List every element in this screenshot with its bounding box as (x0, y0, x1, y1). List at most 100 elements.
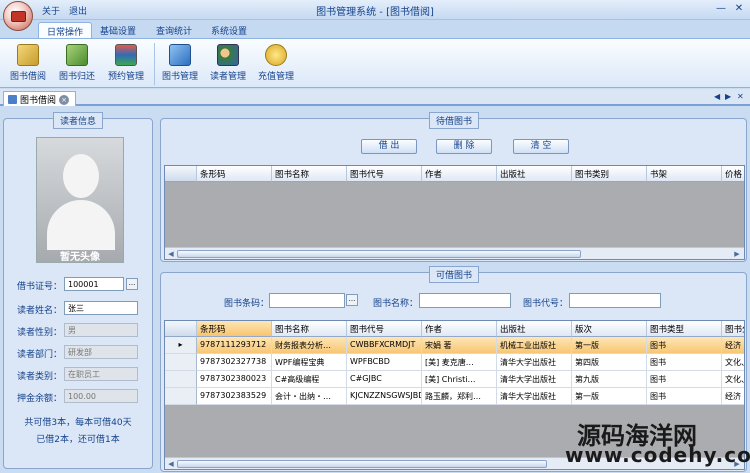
table-cell[interactable]: CWBBFXCRMDJT (347, 337, 422, 354)
col-header[interactable]: 图书分 (722, 321, 744, 337)
reader-management-button[interactable]: 读者管理 (206, 42, 250, 88)
window-title: 图书管理系统 - [图书借阅] (316, 7, 434, 18)
minimize-button[interactable]: — (714, 2, 728, 16)
pending-books-grid[interactable]: 条形码 图书名称 图书代号 作者 出版社 图书类别 书架 价格 ◀ ▶ (164, 165, 745, 260)
col-header[interactable]: 版次 (572, 321, 647, 337)
table-cell[interactable]: 9787302383529 (197, 388, 272, 405)
table-cell[interactable]: 9787302327738 (197, 354, 272, 371)
coins-icon (265, 44, 287, 66)
col-header[interactable]: 出版社 (497, 321, 572, 337)
col-header[interactable]: 出版社 (497, 166, 572, 182)
return-book-label: 图书归还 (58, 72, 95, 82)
table-cell[interactable]: WPF编程宝典 (272, 354, 347, 371)
table-row[interactable]: ▸ 9787111293712 财务报表分析… CWBBFXCRMDJT 宋娟 著机械工… (165, 337, 744, 354)
col-header[interactable]: 价格 (722, 166, 744, 182)
row-header[interactable] (165, 388, 197, 405)
borrow-out-button[interactable]: 借 出 (361, 139, 417, 154)
quick-about-button[interactable]: 关于 (42, 4, 60, 17)
tab-query-stats[interactable]: 查询统计 (148, 22, 200, 38)
table-cell[interactable]: 第一版 (572, 388, 647, 405)
table-cell[interactable]: 9787302380023 (197, 371, 272, 388)
app-menu-orb-icon[interactable] (3, 1, 33, 31)
code-search-label: 图书代号： (522, 299, 568, 309)
book-stack-icon (115, 44, 137, 66)
barcode-lookup-button[interactable]: ... (346, 294, 358, 306)
col-header[interactable]: 图书名称 (272, 321, 347, 337)
table-cell[interactable]: 第一版 (572, 337, 647, 354)
scroll-right-icon[interactable]: ▶ (732, 249, 742, 259)
card-no-input[interactable]: 100001 (64, 277, 124, 291)
table-cell[interactable]: 经济 (722, 388, 744, 405)
scroll-left-icon[interactable]: ◀ (166, 249, 176, 259)
scroll-left-icon[interactable]: ◀ (166, 459, 176, 469)
table-row[interactable]: 9787302327738 WPF编程宝典 WPFBCBD [美] 麦克唐… 清华大学出… (165, 354, 744, 371)
tab-basic-settings[interactable]: 基础设置 (92, 22, 144, 38)
col-header[interactable]: 图书类别 (572, 166, 647, 182)
card-lookup-button[interactable]: ... (126, 278, 138, 290)
col-header[interactable]: 条形码 (197, 166, 272, 182)
table-cell[interactable]: 路玉麟，郑利… (422, 388, 497, 405)
table-cell[interactable]: 机械工业出版社 (497, 337, 572, 354)
table-cell[interactable]: KJCNZZNSGWSJBD (347, 388, 422, 405)
tab-borrow-document[interactable]: 图书借阅 × (3, 91, 77, 106)
col-header[interactable]: 图书代号 (347, 166, 422, 182)
row-header[interactable] (165, 371, 197, 388)
reader-name-label: 读者姓名： (16, 306, 62, 316)
table-cell[interactable]: 图书 (647, 388, 722, 405)
borrow-book-button[interactable]: 图书借阅 (6, 42, 50, 88)
table-cell[interactable]: 清华大学出版社 (497, 354, 572, 371)
barcode-search-input[interactable] (269, 293, 345, 308)
col-header[interactable]: 作者 (422, 166, 497, 182)
table-cell[interactable]: 第九版 (572, 371, 647, 388)
quick-exit-button[interactable]: 退出 (69, 4, 87, 17)
table-row[interactable]: 9787302383529 会计・出纳・… KJCNZZNSGWSJBD 路玉麟，郑利… (165, 388, 744, 405)
delete-button[interactable]: 删 除 (436, 139, 492, 154)
col-header[interactable]: 条形码 (197, 321, 272, 337)
table-cell[interactable]: 清华大学出版社 (497, 388, 572, 405)
table-cell[interactable]: 图书 (647, 371, 722, 388)
scroll-thumb[interactable] (177, 460, 547, 468)
table-cell[interactable]: 会计・出纳・… (272, 388, 347, 405)
table-cell[interactable]: 文化、 (722, 371, 744, 388)
table-cell[interactable]: 第四版 (572, 354, 647, 371)
scroll-thumb[interactable] (177, 250, 581, 258)
table-cell[interactable]: C#高级编程 (272, 371, 347, 388)
tab-system-settings[interactable]: 系统设置 (203, 22, 255, 38)
col-header[interactable]: 图书代号 (347, 321, 422, 337)
pending-grid-hscrollbar[interactable]: ◀ ▶ (165, 247, 744, 259)
tab-close-all-icon[interactable]: ✕ (737, 92, 744, 101)
col-header[interactable]: 作者 (422, 321, 497, 337)
book-management-button[interactable]: 图书管理 (158, 42, 202, 88)
current-row-indicator-icon[interactable]: ▸ (165, 337, 197, 354)
reservation-button[interactable]: 预约管理 (104, 42, 148, 88)
name-search-input[interactable] (419, 293, 511, 308)
row-header[interactable] (165, 354, 197, 371)
table-cell[interactable]: 9787111293712 (197, 337, 272, 354)
table-cell[interactable]: [美] Christi… (422, 371, 497, 388)
col-header[interactable]: 图书类型 (647, 321, 722, 337)
table-cell[interactable]: 宋娟 著 (422, 337, 497, 354)
table-cell[interactable]: 图书 (647, 337, 722, 354)
table-cell[interactable]: 图书 (647, 354, 722, 371)
table-cell[interactable]: 财务报表分析… (272, 337, 347, 354)
table-cell[interactable]: 经济 (722, 337, 744, 354)
table-cell[interactable]: 清华大学出版社 (497, 371, 572, 388)
close-button[interactable]: ✕ (732, 2, 746, 16)
close-tab-icon[interactable]: × (59, 94, 70, 105)
clear-button[interactable]: 清 空 (513, 139, 569, 154)
reader-name-field[interactable]: 张三 (64, 301, 138, 315)
tab-daily-ops[interactable]: 日常操作 (38, 22, 93, 38)
col-header[interactable]: 书架 (647, 166, 722, 182)
table-cell[interactable]: C#GJBC (347, 371, 422, 388)
col-header[interactable]: 图书名称 (272, 166, 347, 182)
table-row[interactable]: 9787302380023 C#高级编程 C#GJBC [美] Christi… 清华大… (165, 371, 744, 388)
reader-management-label: 读者管理 (209, 72, 246, 82)
table-cell[interactable]: WPFBCBD (347, 354, 422, 371)
code-search-input[interactable] (569, 293, 661, 308)
return-book-button[interactable]: 图书归还 (55, 42, 99, 88)
table-cell[interactable]: [美] 麦克唐… (422, 354, 497, 371)
tab-next-icon[interactable]: ▶ (725, 92, 731, 101)
tab-prev-icon[interactable]: ◀ (714, 92, 720, 101)
recharge-management-button[interactable]: 充值管理 (254, 42, 298, 88)
table-cell[interactable]: 文化、 (722, 354, 744, 371)
